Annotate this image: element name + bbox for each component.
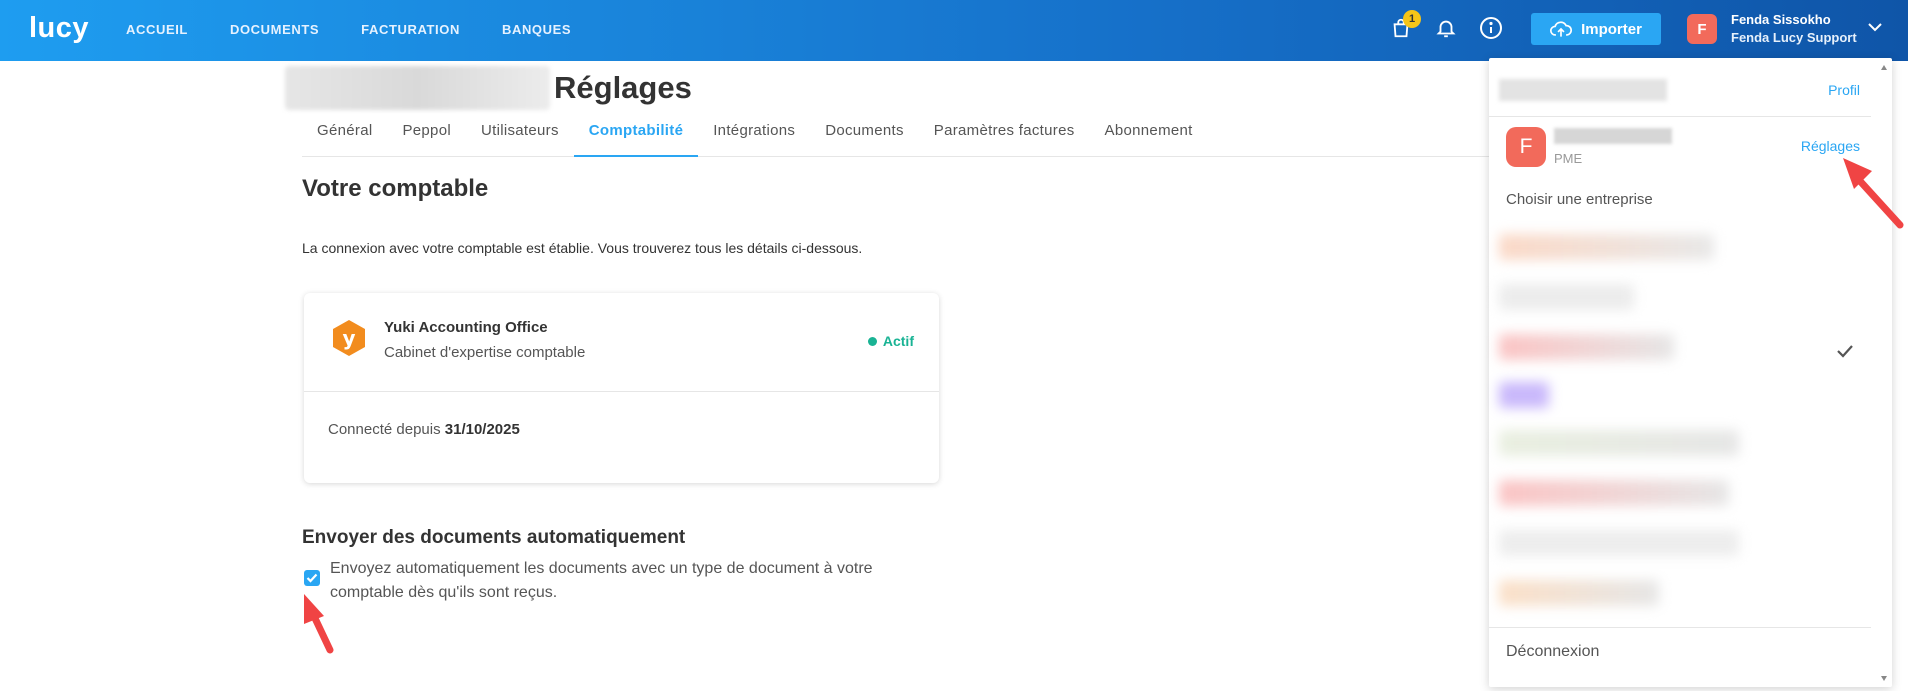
tab-integrations[interactable]: Intégrations xyxy=(698,120,810,157)
notifications-button[interactable] xyxy=(1432,14,1460,42)
status-dot-icon xyxy=(867,336,877,346)
choose-company-label: Choisir une entreprise xyxy=(1506,191,1653,208)
auto-send-checkbox[interactable] xyxy=(304,570,320,586)
auto-send-title: Envoyer des documents automatiquement xyxy=(302,527,686,548)
company-type: PME xyxy=(1554,151,1583,166)
auto-send-description[interactable]: Envoyez automatiquement les documents av… xyxy=(330,557,930,605)
redacted-company-name xyxy=(285,66,550,110)
accountant-type: Cabinet d'expertise comptable xyxy=(384,344,586,361)
nav-item-facturation[interactable]: FACTURATION xyxy=(361,22,460,37)
top-navigation-bar: lucy ACCUEIL DOCUMENTS FACTURATION BANQU… xyxy=(0,0,1908,61)
settings-tabs: Général Peppol Utilisateurs Comptabilité… xyxy=(302,120,1492,157)
nav-item-banques[interactable]: BANQUES xyxy=(502,22,571,37)
info-button[interactable] xyxy=(1477,14,1505,42)
tab-parametres-factures[interactable]: Paramètres factures xyxy=(919,120,1090,157)
tab-documents[interactable]: Documents xyxy=(810,120,919,157)
checkmark-icon xyxy=(306,573,318,583)
cloud-upload-icon xyxy=(1550,21,1573,37)
annotation-arrow-icon xyxy=(1843,158,1904,229)
redacted-company xyxy=(1554,128,1672,144)
main-nav: ACCUEIL DOCUMENTS FACTURATION BANQUES xyxy=(126,0,613,58)
settings-link[interactable]: Réglages xyxy=(1801,138,1860,154)
yuki-logo-icon: y xyxy=(333,320,365,356)
cart-button[interactable]: 1 xyxy=(1387,10,1421,42)
card-divider xyxy=(304,391,939,392)
section-title: Votre comptable xyxy=(302,175,489,202)
profile-link[interactable]: Profil xyxy=(1828,82,1860,98)
accountant-card: y Yuki Accounting Office Cabinet d'exper… xyxy=(304,293,939,483)
page-title: Réglages xyxy=(554,70,692,105)
chevron-down-icon[interactable] xyxy=(1867,21,1883,33)
dropdown-divider xyxy=(1489,116,1871,117)
tab-abonnement[interactable]: Abonnement xyxy=(1090,120,1208,157)
tab-utilisateurs[interactable]: Utilisateurs xyxy=(466,120,574,157)
status-badge: Actif xyxy=(867,333,914,349)
user-menu-dropdown: Profil F PME Réglages Choisir une entrep… xyxy=(1489,58,1892,687)
annotation-arrow-icon xyxy=(304,594,334,654)
user-avatar[interactable]: F xyxy=(1687,14,1717,44)
nav-item-accueil[interactable]: ACCUEIL xyxy=(126,22,188,37)
connected-since: Connecté depuis 31/10/2025 xyxy=(328,421,520,438)
import-label: Importer xyxy=(1581,20,1642,38)
selected-checkmark-icon xyxy=(1837,345,1853,358)
import-button[interactable]: Importer xyxy=(1531,13,1661,45)
info-icon xyxy=(1480,17,1502,39)
user-name[interactable]: Fenda Sissokho xyxy=(1731,12,1831,27)
connected-since-date: 31/10/2025 xyxy=(444,421,520,438)
tab-peppol[interactable]: Peppol xyxy=(387,120,466,157)
logout-button[interactable]: Déconnexion xyxy=(1506,643,1599,661)
cart-badge: 1 xyxy=(1403,10,1421,28)
redacted-email xyxy=(1499,79,1667,101)
bell-icon xyxy=(1436,20,1456,38)
app-logo[interactable]: lucy xyxy=(29,12,89,45)
yuki-logo-letter: y xyxy=(342,326,355,350)
tab-general[interactable]: Général xyxy=(302,120,387,157)
status-label: Actif xyxy=(882,333,914,349)
tab-comptabilite[interactable]: Comptabilité xyxy=(573,120,699,157)
company-avatar: F xyxy=(1506,127,1546,167)
connection-status-text: La connexion avec votre comptable est ét… xyxy=(302,240,863,256)
connected-since-label: Connecté depuis xyxy=(328,421,441,438)
nav-item-documents[interactable]: DOCUMENTS xyxy=(230,22,319,37)
user-organization[interactable]: Fenda Lucy Support xyxy=(1731,30,1857,45)
accountant-name: Yuki Accounting Office xyxy=(384,319,548,336)
dropdown-divider xyxy=(1489,627,1871,628)
redacted-company-list[interactable] xyxy=(1499,234,1739,609)
